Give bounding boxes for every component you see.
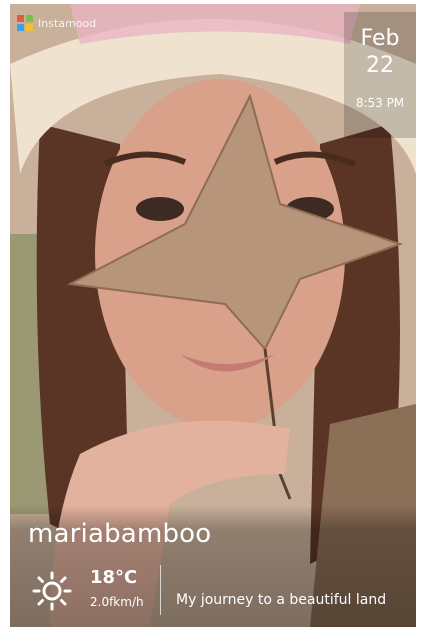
post-info-bar: mariabamboo 18°C 2.0fkm/h My journey to … [10, 505, 416, 627]
date-day: 22 [366, 53, 394, 78]
app-logo: Instamood [16, 14, 96, 32]
app-logo-text: Instamood [38, 16, 97, 30]
wind-speed: 2.0fkm/h [90, 595, 144, 609]
username[interactable]: mariabamboo [28, 519, 211, 549]
date-month: Feb [360, 26, 400, 51]
divider [160, 565, 161, 615]
date-time: 8:53 PM [355, 96, 405, 110]
date-panel: Feb 22 8:53 PM [344, 12, 416, 138]
temperature: 18°C [90, 567, 138, 588]
post-caption: My journey to a beautiful land [176, 592, 387, 608]
photo: Instamood Feb 22 8:53 PM mariabamboo 18°… [10, 4, 416, 627]
app-logo-icon [17, 15, 33, 31]
sun-icon [32, 571, 72, 611]
